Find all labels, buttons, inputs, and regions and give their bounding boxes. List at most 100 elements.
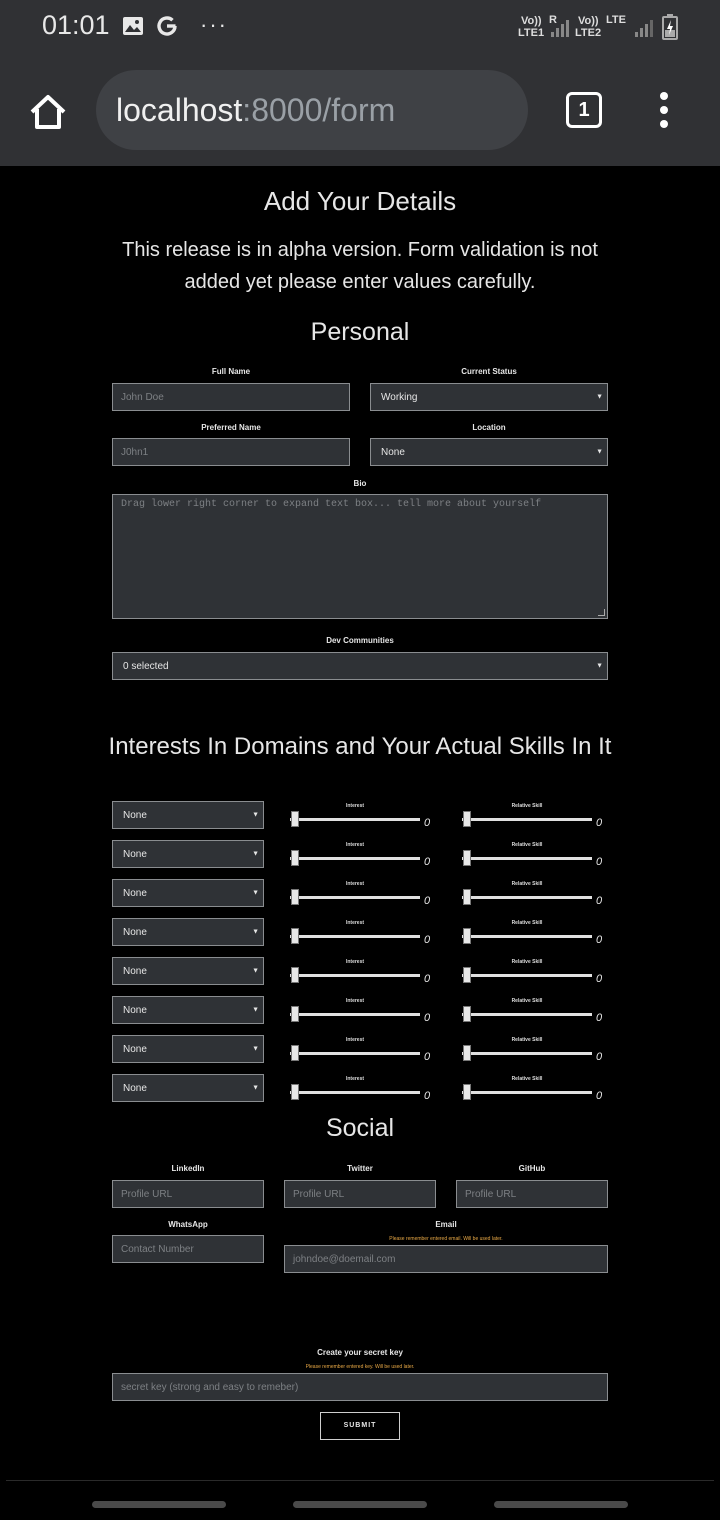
- skill-slider-track[interactable]: [462, 935, 592, 938]
- dev-communities-select[interactable]: 0 selected ▼: [112, 652, 608, 680]
- domain-select[interactable]: None ▼: [112, 957, 264, 985]
- skill-slider-thumb[interactable]: [463, 1006, 471, 1022]
- sim1-label: LTE1: [518, 27, 545, 39]
- domain-value: None: [123, 1004, 147, 1016]
- skill-slider-value: 0: [596, 973, 603, 985]
- nav-divider: [6, 1480, 714, 1481]
- location-select[interactable]: None ▼: [370, 438, 608, 466]
- address-bar[interactable]: localhost:8000/form: [96, 70, 528, 150]
- interest-slider-thumb[interactable]: [291, 1006, 299, 1022]
- skill-slider-label: Relative Skill: [511, 842, 543, 848]
- interest-slider-value: 0: [424, 1090, 431, 1102]
- domain-select[interactable]: None ▼: [112, 1074, 264, 1102]
- interest-slider-label: Interest: [345, 920, 365, 926]
- dev-communities-value: 0 selected: [123, 660, 169, 672]
- skill-slider-track[interactable]: [462, 857, 592, 860]
- submit-button[interactable]: SUBMIT: [320, 1412, 400, 1440]
- whatsapp-label: WhatsApp: [168, 1220, 208, 1229]
- interest-slider-thumb[interactable]: [291, 889, 299, 905]
- interest-slider-track[interactable]: [290, 857, 420, 860]
- dropdown-arrow-icon: ▼: [252, 928, 259, 936]
- preferred-name-input[interactable]: J0hn1: [112, 438, 350, 466]
- interest-slider-value: 0: [424, 1012, 431, 1024]
- location-value: None: [381, 446, 405, 458]
- github-label: GitHub: [518, 1164, 546, 1173]
- skill-slider-track[interactable]: [462, 974, 592, 977]
- interest-slider-track[interactable]: [290, 935, 420, 938]
- interest-slider-track[interactable]: [290, 896, 420, 899]
- skill-slider-label: Relative Skill: [511, 881, 543, 887]
- status-time: 01:01: [42, 10, 110, 40]
- interest-slider-thumb[interactable]: [291, 967, 299, 983]
- interest-slider-label: Interest: [345, 1076, 365, 1082]
- skill-slider-track[interactable]: [462, 896, 592, 899]
- secret-key-input[interactable]: secret key (strong and easy to remeber): [112, 1373, 608, 1401]
- interest-slider-value: 0: [424, 973, 431, 985]
- skill-slider-value: 0: [596, 817, 603, 829]
- bio-textarea[interactable]: Drag lower right corner to expand text b…: [112, 494, 608, 619]
- skill-slider-track[interactable]: [462, 1013, 592, 1016]
- skill-slider-value: 0: [596, 934, 603, 946]
- skill-slider-label: Relative Skill: [511, 998, 543, 1004]
- preferred-name-label: Preferred Name: [201, 423, 261, 432]
- skill-slider-value: 0: [596, 1051, 603, 1063]
- interest-slider-track[interactable]: [290, 1013, 420, 1016]
- email-input[interactable]: johndoe@doemail.com: [284, 1245, 608, 1273]
- interest-slider-thumb[interactable]: [291, 1084, 299, 1100]
- nav-gesture-center[interactable]: [293, 1501, 427, 1508]
- skill-slider-track[interactable]: [462, 1091, 592, 1094]
- interest-slider-value: 0: [424, 934, 431, 946]
- domain-select[interactable]: None ▼: [112, 879, 264, 907]
- domain-select[interactable]: None ▼: [112, 840, 264, 868]
- nav-gesture-left[interactable]: [92, 1501, 226, 1508]
- home-icon[interactable]: [28, 92, 68, 132]
- domain-select[interactable]: None ▼: [112, 996, 264, 1024]
- skill-slider-thumb[interactable]: [463, 811, 471, 827]
- signal2-icon: [635, 20, 653, 37]
- skill-slider-track[interactable]: [462, 818, 592, 821]
- skill-slider-track[interactable]: [462, 1052, 592, 1055]
- more-vert-icon[interactable]: [660, 92, 668, 132]
- nav-gesture-right[interactable]: [494, 1501, 628, 1508]
- lte-label: LTE: [606, 14, 626, 26]
- page-title: Add Your Details: [263, 186, 457, 216]
- google-icon: [157, 16, 177, 36]
- skill-slider-thumb[interactable]: [463, 889, 471, 905]
- location-label: Location: [472, 423, 506, 432]
- domain-select[interactable]: None ▼: [112, 801, 264, 829]
- interest-slider-track[interactable]: [290, 818, 420, 821]
- linkedin-input[interactable]: Profile URL: [112, 1180, 264, 1208]
- bio-label: Bio: [353, 479, 367, 488]
- interest-slider-label: Interest: [345, 959, 365, 965]
- interest-slider-track[interactable]: [290, 1052, 420, 1055]
- domain-select[interactable]: None ▼: [112, 918, 264, 946]
- current-status-label: Current Status: [461, 367, 517, 376]
- tab-switcher-button[interactable]: 1: [566, 92, 602, 128]
- secret-key-label: Create your secret key: [317, 1348, 403, 1357]
- interest-slider-track[interactable]: [290, 974, 420, 977]
- github-input[interactable]: Profile URL: [456, 1180, 608, 1208]
- whatsapp-input[interactable]: Contact Number: [112, 1235, 264, 1263]
- interest-slider-thumb[interactable]: [291, 928, 299, 944]
- skill-slider-thumb[interactable]: [463, 928, 471, 944]
- skill-slider-thumb[interactable]: [463, 1045, 471, 1061]
- current-status-select[interactable]: Working ▼: [370, 383, 608, 411]
- volte2: Vo)): [578, 15, 599, 27]
- skill-slider-thumb[interactable]: [463, 850, 471, 866]
- dev-communities-label: Dev Communities: [326, 636, 394, 645]
- full-name-input[interactable]: John Doe: [112, 383, 350, 411]
- twitter-input[interactable]: Profile URL: [284, 1180, 436, 1208]
- interest-slider-track[interactable]: [290, 1091, 420, 1094]
- url-host: localhost: [116, 92, 243, 128]
- interest-slider-value: 0: [424, 1051, 431, 1063]
- skill-slider-thumb[interactable]: [463, 1084, 471, 1100]
- resize-grip-icon[interactable]: [598, 609, 605, 616]
- interests-heading: Interests In Domains and Your Actual Ski…: [108, 733, 612, 760]
- volte1: Vo)): [521, 15, 542, 27]
- skill-slider-thumb[interactable]: [463, 967, 471, 983]
- domain-select[interactable]: None ▼: [112, 1035, 264, 1063]
- more-icon: ···: [200, 12, 228, 37]
- interest-slider-thumb[interactable]: [291, 1045, 299, 1061]
- interest-slider-thumb[interactable]: [291, 850, 299, 866]
- interest-slider-thumb[interactable]: [291, 811, 299, 827]
